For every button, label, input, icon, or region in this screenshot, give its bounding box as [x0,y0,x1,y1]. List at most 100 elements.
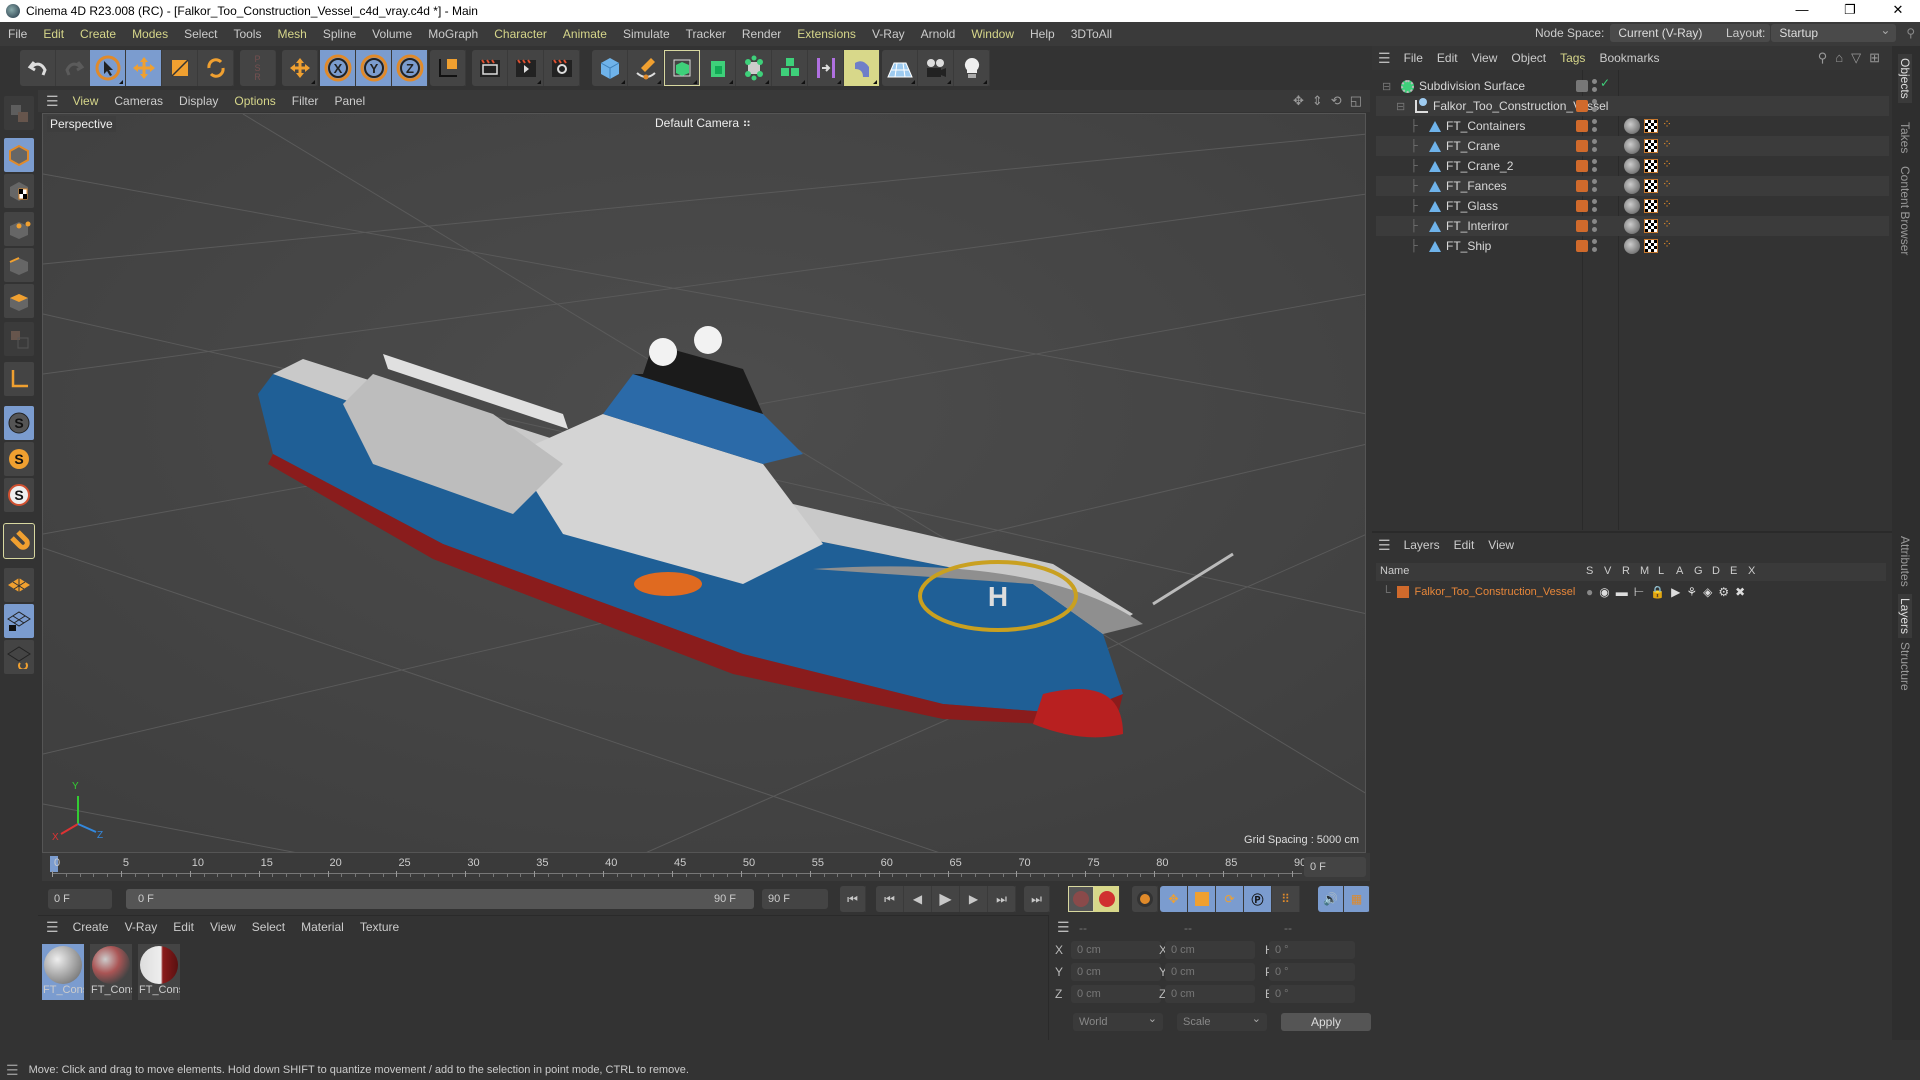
start-frame-field[interactable]: 0 F [48,889,112,909]
menu-simulate[interactable]: Simulate [615,27,678,41]
hamburger-menu-icon[interactable]: ☰ [1057,919,1070,936]
keyframe-settings-icon[interactable] [1132,886,1158,912]
filter-icon[interactable]: ▽ [1851,50,1861,66]
object-menu-tags[interactable]: Tags [1553,51,1592,65]
key-position-icon[interactable]: ✥ [1160,886,1188,912]
menu-v-ray[interactable]: V-Ray [864,27,913,41]
snap-s-white-icon[interactable]: S [4,478,34,512]
y-axis-icon[interactable]: Y [356,50,392,86]
layer-color-swatch[interactable] [1576,160,1588,172]
layer-column-header[interactable]: G [1694,565,1703,577]
dolly-view-icon[interactable]: ⇕ [1312,93,1323,109]
layer-generators-toggle[interactable]: ⚘ [1686,585,1697,599]
visibility-dots-icon[interactable] [1592,219,1597,233]
menu-select[interactable]: Select [176,27,225,41]
uvw-tag-icon[interactable] [1644,159,1658,173]
render-region-icon[interactable] [472,50,508,86]
material-swatch[interactable]: FT_Cons [42,944,84,1000]
layer-menu-edit[interactable]: Edit [1447,538,1482,552]
object-menu-edit[interactable]: Edit [1430,51,1465,65]
enabled-checkmark-icon[interactable]: ✓ [1600,76,1610,90]
menu-extensions[interactable]: Extensions [789,27,864,41]
visibility-dots-icon[interactable] [1592,79,1597,93]
menu-3dtoall[interactable]: 3DToAll [1063,27,1120,41]
material-tag-icon[interactable] [1624,138,1640,154]
object-row[interactable]: ├ FT_Interiror ⁘ [1376,216,1889,236]
search-icon[interactable]: ⚲ [1906,26,1915,40]
menu-animate[interactable]: Animate [555,27,615,41]
light-icon[interactable] [954,50,990,86]
material-menu-v-ray[interactable]: V-Ray [117,920,166,934]
visibility-dots-icon[interactable] [1592,139,1597,153]
minimize-button[interactable]: — [1780,0,1824,22]
texture-mode-icon[interactable] [4,174,34,208]
symmetry-icon[interactable] [808,50,844,86]
coord-value-field[interactable]: 0 cm [1071,985,1161,1003]
layer-deformers-toggle[interactable]: ◈ [1703,585,1712,599]
layer-color-swatch[interactable] [1576,120,1588,132]
material-swatch[interactable]: FT_Cons [138,944,180,1000]
layer-color-swatch[interactable] [1576,200,1588,212]
object-menu-view[interactable]: View [1465,51,1505,65]
layer-column-header[interactable]: Name [1380,565,1409,577]
search-icon[interactable]: ⚲ [1818,50,1828,66]
layer-expressions-toggle[interactable]: ⚙ [1718,585,1729,599]
current-frame-field[interactable]: 0 F [1304,857,1366,877]
menu-volume[interactable]: Volume [364,27,420,41]
layer-menu-layers[interactable]: Layers [1397,538,1447,552]
menu-arnold[interactable]: Arnold [913,27,964,41]
redo-icon[interactable] [56,50,92,86]
coord-value-field[interactable]: 0 cm [1165,985,1255,1003]
extrude-icon[interactable] [700,50,736,86]
layer-solo-toggle[interactable]: ● [1586,585,1593,599]
coord-value-field[interactable]: 0 ° [1269,941,1355,959]
visibility-dots-icon[interactable] [1592,199,1597,213]
uv-mode-icon[interactable] [4,322,34,356]
array-icon[interactable] [772,50,808,86]
layer-color-swatch[interactable] [1396,586,1409,598]
object-menu-file[interactable]: File [1397,51,1430,65]
prev-frame-icon[interactable]: ◀ [904,886,932,912]
vray-tag-icon[interactable]: ⁘ [1662,177,1672,191]
visibility-dots-icon[interactable] [1592,159,1597,173]
restore-button[interactable]: ❐ [1828,0,1872,22]
menu-edit[interactable]: Edit [35,27,72,41]
pan-view-icon[interactable]: ✥ [1293,93,1304,109]
new-window-icon[interactable]: ⊞ [1869,50,1880,66]
object-row[interactable]: ├ FT_Crane ⁘ [1376,136,1889,156]
coordinate-type-dropdown[interactable]: Scale [1177,1010,1267,1031]
sound-icon[interactable]: 🔊 [1318,886,1344,912]
subdivision-icon[interactable] [664,50,700,86]
object-menu-object[interactable]: Object [1504,51,1553,65]
key-rotation-icon[interactable]: ⟳ [1216,886,1244,912]
snap-s-orange-icon[interactable]: S [4,442,34,476]
menu-spline[interactable]: Spline [315,27,364,41]
camera-label[interactable]: Default Camera ⠶ [655,116,751,130]
undo-icon[interactable] [20,50,56,86]
tab-attributes[interactable]: Attributes [1898,536,1912,587]
viewport-menu-display[interactable]: Display [171,94,226,108]
hamburger-menu-icon[interactable]: ☰ [46,93,59,110]
points-mode-icon[interactable] [4,212,34,246]
material-tag-icon[interactable] [1624,178,1640,194]
coord-value-field[interactable]: 0 ° [1269,963,1355,981]
magnet-icon[interactable] [3,523,35,559]
make-editable-icon[interactable] [4,96,34,130]
menu-window[interactable]: Window [963,27,1022,41]
object-row[interactable]: ├ FT_Crane_2 ⁘ [1376,156,1889,176]
z-axis-icon[interactable]: Z [392,50,428,86]
hamburger-menu-icon[interactable]: ☰ [1378,537,1391,554]
material-menu-edit[interactable]: Edit [165,920,202,934]
uvw-tag-icon[interactable] [1644,139,1658,153]
key-parameter-icon[interactable]: Ⓟ [1244,886,1272,912]
layer-color-swatch[interactable] [1576,240,1588,252]
object-row[interactable]: ├ FT_Ship ⁘ [1376,236,1889,256]
tab-takes[interactable]: Takes [1898,122,1912,153]
material-tag-icon[interactable] [1624,218,1640,234]
vray-tag-icon[interactable]: ⁘ [1662,157,1672,171]
viewport-menu-filter[interactable]: Filter [284,94,327,108]
object-row[interactable]: ├ FT_Fances ⁘ [1376,176,1889,196]
coord-value-field[interactable]: 0 cm [1071,963,1161,981]
tab-content-browser[interactable]: Content Browser [1898,166,1912,255]
model-mode-icon[interactable] [4,138,34,172]
